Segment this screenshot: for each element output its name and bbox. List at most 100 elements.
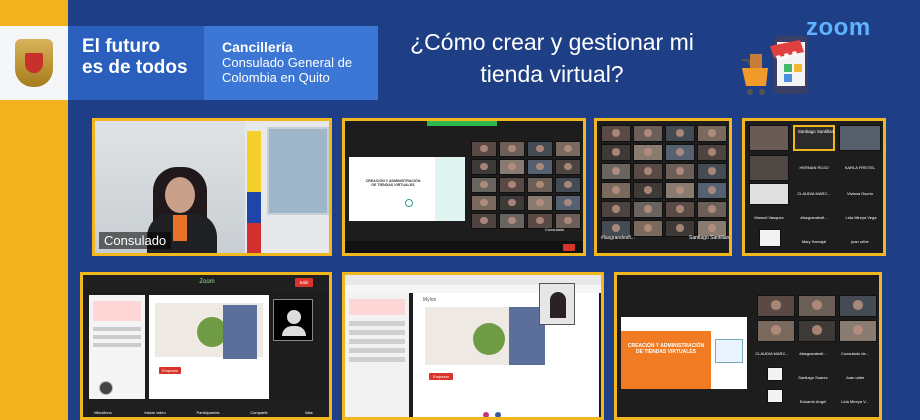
person-image <box>223 305 257 359</box>
participant-video <box>601 201 631 218</box>
speaker-face <box>165 177 195 213</box>
participant-video <box>527 159 553 175</box>
headline-line2: tienda virtual? <box>480 61 624 87</box>
slide-logo-icon <box>405 199 413 207</box>
video-button[interactable]: Iniciar video <box>141 410 169 415</box>
participant-video <box>665 163 695 180</box>
zoom-window-title: Zoom <box>199 279 215 285</box>
participant-video <box>471 141 497 157</box>
participant-video <box>757 320 795 342</box>
participant-label: Santiago Santillan <box>689 235 730 241</box>
colombia-crest-logo <box>0 26 68 100</box>
participants-button[interactable]: Participantes <box>193 410 223 415</box>
participant-name: KARLA FREITEL <box>844 165 876 170</box>
share-button[interactable]: Compartir <box>245 410 273 415</box>
participant-video <box>555 195 581 211</box>
browser-editor-tile[interactable]: Mylon Empezar <box>342 272 604 420</box>
participant-name-label: Consulado <box>99 232 172 249</box>
screen-share-tile[interactable]: CREACIÓN Y ADMINISTRACIÓN DE TIENDAS VIR… <box>342 118 586 256</box>
presenter-label: Consulado <box>545 227 565 232</box>
participant-video <box>555 177 581 193</box>
participant-video <box>471 213 497 229</box>
participant-logo <box>749 183 789 205</box>
participant-video <box>471 159 497 175</box>
pen-tool-icon[interactable] <box>99 381 113 395</box>
participant-video <box>527 195 553 211</box>
editor-panel <box>89 295 145 399</box>
editor-sidebar <box>345 293 409 417</box>
participant-video <box>633 182 663 199</box>
participant-video <box>665 201 695 218</box>
participant-video <box>798 320 836 342</box>
presenter-video <box>539 283 575 325</box>
avatar-icon <box>287 310 301 324</box>
participant-video <box>633 220 663 237</box>
participant-video <box>471 177 497 193</box>
gallery-slide-tile[interactable]: CREACIÓN Y ADMINISTRACIÓN DE TIENDAS VIR… <box>614 272 882 420</box>
store-preview: Empezar <box>149 295 269 399</box>
slide-orange-panel: CREACIÓN Y ADMINISTRACIÓN DE TIENDAS VIR… <box>621 331 711 389</box>
participant-name: Eduardo Angel <box>799 399 827 404</box>
online-store-icon <box>742 36 808 95</box>
shared-slide: CREACIÓN Y ADMINISTRACIÓN DE TIENDAS VIR… <box>621 317 747 389</box>
participant-video <box>601 163 631 180</box>
mic-button[interactable]: Micrófono <box>89 410 117 415</box>
participant-name: Santiago Suarez <box>798 375 828 380</box>
participant-video <box>633 163 663 180</box>
end-meeting-button[interactable] <box>563 244 575 251</box>
participant-logo <box>767 389 783 403</box>
gallery-view-tile[interactable]: #lasgrandesfi... Santiago Santillan <box>594 118 732 256</box>
participant-name: Juan uribe <box>845 375 865 380</box>
participant-video <box>499 177 525 193</box>
participant-video <box>601 125 631 142</box>
slogan: El futuro es de todos <box>82 36 202 78</box>
start-button[interactable]: Empezar <box>429 373 453 380</box>
colombia-flag <box>247 131 261 253</box>
speaker-scarf <box>173 215 187 241</box>
crest-icon <box>15 39 53 87</box>
participant-video <box>527 141 553 157</box>
participant-video <box>555 159 581 175</box>
participant-name: Viviana Osorio <box>847 191 873 196</box>
participant-logo <box>759 229 781 247</box>
participant-video <box>601 182 631 199</box>
participant-name: Consulado de... <box>840 351 870 356</box>
participant-video <box>749 125 789 151</box>
participant-video <box>601 144 631 161</box>
window-background <box>267 127 329 215</box>
participant-name: Santiago Santillan <box>797 129 835 134</box>
participant-names-tile[interactable]: Santiago Santillan HERNAN ROJO KARLA FRE… <box>742 118 886 256</box>
participant-video <box>633 144 663 161</box>
speaker-video-tile[interactable]: Consulado <box>92 118 332 256</box>
participant-video <box>697 201 727 218</box>
start-button[interactable]: Empezar <box>159 367 181 374</box>
org-title: Cancillería <box>222 39 293 55</box>
plant-icon <box>473 323 505 355</box>
participant-video <box>697 182 727 199</box>
participant-name: #lasgrandesfi... <box>799 351 827 356</box>
participant-video <box>555 141 581 157</box>
end-button[interactable]: Salir <box>295 278 313 287</box>
slogan-line2: es de todos <box>82 57 188 78</box>
participant-video <box>798 295 836 317</box>
zoom-logo: zoom <box>806 14 871 41</box>
slide-title: CREACIÓN Y ADMINISTRACIÓN DE TIENDAS VIR… <box>627 343 705 355</box>
participant-video <box>665 144 695 161</box>
participant-label: #lasgrandesfi... <box>601 235 635 241</box>
meeting-toolbar <box>345 241 583 253</box>
participant-video <box>697 144 727 161</box>
participant-name: CLAUDIA MARC... <box>755 351 789 356</box>
active-speaker-cell: Santiago Santillan <box>793 125 835 151</box>
participant-video <box>633 201 663 218</box>
laptop-icon <box>715 339 743 363</box>
participant-video <box>749 155 789 181</box>
participant-name: CLAUDIA MARC... <box>797 191 831 196</box>
org-line1: Consulado General de <box>222 55 353 70</box>
participant-video <box>665 125 695 142</box>
participant-video <box>499 141 525 157</box>
zoom-window-tile[interactable]: Zoom Salir Empezar Micrófono Iniciar vid… <box>80 272 332 420</box>
more-button[interactable]: Más <box>297 410 321 415</box>
participant-video <box>839 320 877 342</box>
participant-video <box>499 159 525 175</box>
participant-name: Mary Karvajal <box>801 239 827 244</box>
